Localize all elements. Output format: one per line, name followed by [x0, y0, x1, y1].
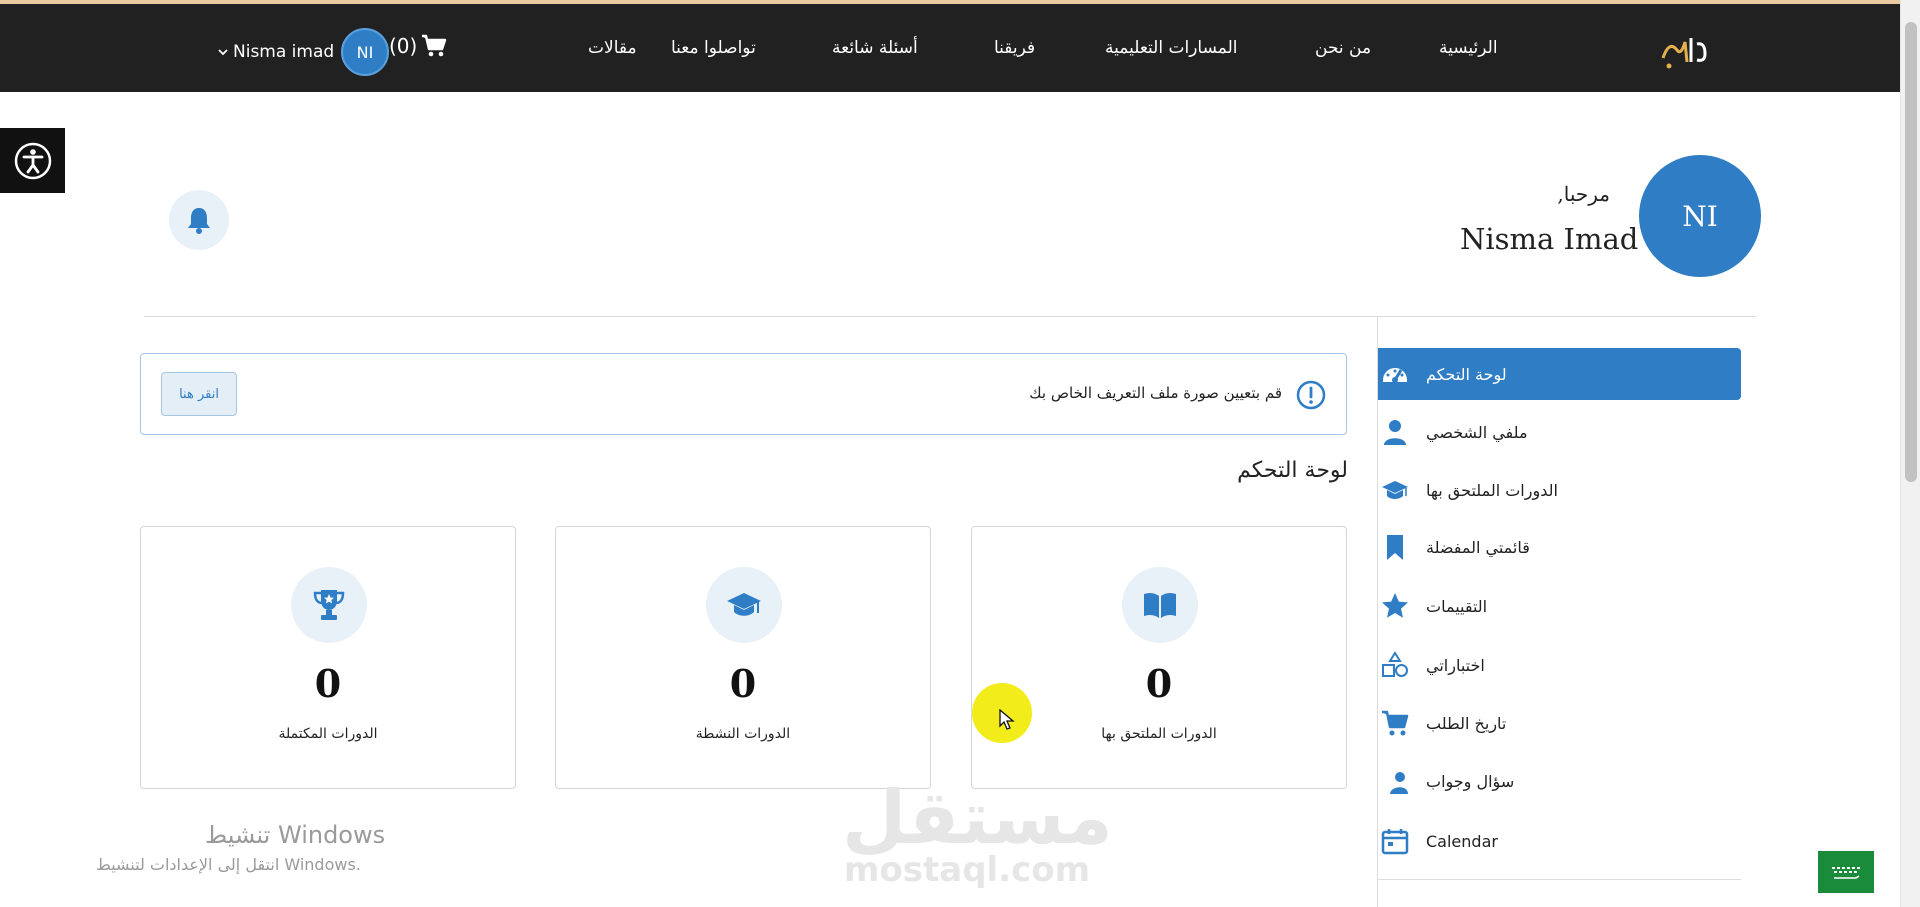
watermark-arabic: مستقل	[842, 775, 1115, 861]
sidebar-item-label: تاريخ الطلب	[1426, 713, 1507, 733]
sidebar-item-label: Calendar	[1426, 831, 1498, 851]
sidebar-item-calendar[interactable]: Calendar	[1378, 815, 1741, 867]
graduation-cap-icon	[706, 567, 782, 643]
accessibility-button[interactable]	[0, 128, 65, 193]
notifications-button[interactable]	[169, 190, 229, 250]
sidebar-item-label: ملفي الشخصي	[1426, 422, 1528, 442]
nav-link-faq[interactable]: أسئلة شائعة	[832, 38, 918, 58]
nav-link-contact[interactable]: تواصلوا معنا	[671, 38, 756, 58]
page-scrollbar[interactable]	[1900, 0, 1920, 907]
sidebar-item-label: لوحة التحكم	[1426, 364, 1507, 384]
stat-label: الدورات المكتملة	[278, 726, 378, 742]
trophy-icon	[291, 567, 367, 643]
watermark-latin: mostaql.com	[844, 850, 1091, 890]
graduation-cap-icon	[1378, 476, 1412, 504]
sidebar-item-label: اختباراتي	[1426, 655, 1485, 675]
windows-activation-subtitle: انتقل إلى الإعدادات لتنشيط Windows.	[96, 855, 361, 874]
profile-photo-alert: قم بتعيين صورة ملف التعريف الخاص بك انقر…	[140, 353, 1347, 435]
calendar-icon	[1378, 827, 1412, 855]
windows-activation-title: تنشيط Windows	[205, 821, 386, 849]
sidebar-item-reviews[interactable]: التقييمات	[1378, 580, 1741, 632]
question-person-icon: ?	[1378, 767, 1412, 795]
sidebar-item-label: قائمتي المفضلة	[1426, 537, 1530, 557]
sidebar-item-enrolled-courses[interactable]: الدورات الملتحق بها	[1378, 464, 1741, 516]
header-divider	[144, 316, 1756, 317]
sidebar-item-quizzes[interactable]: اختباراتي	[1378, 639, 1741, 691]
page-title: لوحة التحكم	[1237, 458, 1348, 483]
site-logo[interactable]	[1655, 28, 1713, 72]
stat-label: الدورات الملتحق بها	[1101, 726, 1217, 742]
profile-avatar: NI	[1639, 155, 1761, 277]
star-icon	[1378, 592, 1412, 620]
dashboard-icon	[1378, 360, 1412, 388]
nav-link-home[interactable]: الرئيسية	[1439, 38, 1498, 58]
sidebar-item-label: سؤال وجواب	[1426, 771, 1515, 791]
user-menu-toggle[interactable]: Nisma imad	[218, 42, 334, 62]
bookmark-icon	[1378, 533, 1412, 561]
sidebar-item-label: الدورات الملتحق بها	[1426, 480, 1558, 500]
nav-link-articles[interactable]: مقالات	[588, 38, 637, 58]
top-navbar: الرئيسية من نحن المسارات التعليمية فريقن…	[0, 4, 1900, 92]
stat-card-active: 0 الدورات النشطة	[555, 526, 931, 789]
set-photo-button[interactable]: انقر هنا	[161, 372, 237, 416]
sidebar-separator	[1378, 879, 1741, 880]
nav-link-learning-paths[interactable]: المسارات التعليمية	[1105, 38, 1237, 58]
nav-link-team[interactable]: فريقنا	[994, 38, 1035, 58]
sidebar-item-wishlist[interactable]: قائمتي المفضلة	[1378, 521, 1741, 573]
nav-avatar[interactable]: NI	[341, 28, 389, 76]
info-icon	[1296, 380, 1326, 410]
welcome-text: مرحبا,	[1557, 182, 1610, 206]
accessibility-icon	[14, 142, 51, 179]
sidebar-item-dashboard[interactable]: لوحة التحكم	[1378, 348, 1741, 400]
chevron-down-icon	[218, 49, 228, 56]
nav-link-about[interactable]: من نحن	[1315, 38, 1371, 58]
cart-icon	[1378, 709, 1412, 737]
mouse-pointer-icon	[999, 709, 1015, 730]
cart-icon	[422, 34, 447, 57]
stat-card-completed: 0 الدورات المكتملة	[140, 526, 516, 789]
sidebar-item-qa[interactable]: ? سؤال وجواب	[1378, 755, 1741, 807]
sidebar-item-profile[interactable]: ملفي الشخصي	[1378, 406, 1741, 458]
open-book-icon	[1122, 567, 1198, 643]
stat-card-enrolled: 0 الدورات الملتحق بها	[971, 526, 1347, 789]
stat-label: الدورات النشطة	[695, 726, 791, 742]
saudi-flag-icon	[1832, 867, 1860, 879]
sidebar-item-label: التقييمات	[1426, 596, 1488, 616]
profile-name: Nisma Imad	[1460, 222, 1639, 256]
bell-icon	[188, 208, 210, 234]
cart-count: (0)	[389, 34, 418, 58]
cart-button[interactable]: (0)	[389, 34, 447, 58]
stat-value: 0	[729, 661, 757, 706]
user-menu-name: Nisma imad	[233, 42, 335, 62]
shapes-icon	[1378, 651, 1412, 679]
svg-text:?: ?	[1381, 767, 1382, 785]
language-flag-button[interactable]	[1818, 851, 1874, 893]
sidebar-item-order-history[interactable]: تاريخ الطلب	[1378, 697, 1741, 749]
stat-value: 0	[314, 661, 342, 706]
scrollbar-thumb[interactable]	[1905, 22, 1917, 482]
alert-message: قم بتعيين صورة ملف التعريف الخاص بك	[1029, 384, 1282, 402]
user-icon	[1378, 418, 1412, 446]
